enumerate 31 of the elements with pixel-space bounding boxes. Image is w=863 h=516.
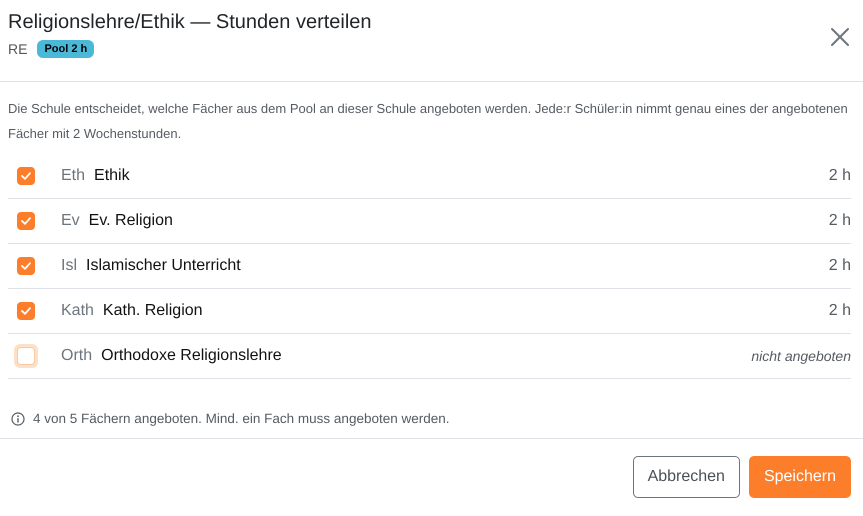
subject-abbreviation: Isl [61, 257, 77, 275]
subject-abbreviation: Kath [61, 302, 94, 320]
check-icon [21, 217, 31, 225]
pool-badge: Pool 2 h [37, 40, 94, 58]
checkbox[interactable] [17, 212, 35, 230]
info-note: 4 von 5 Fächern angeboten. Mind. ein Fach muss angeboten werden. [33, 411, 450, 426]
check-icon [21, 172, 31, 180]
cancel-button[interactable]: Abbrechen [632, 456, 740, 498]
subject-hours: 2 h [828, 167, 851, 185]
dialog-title: Religionslehre/Ethik — Stunden verteilen [8, 10, 372, 34]
subject-hours: nicht angeboten [751, 348, 851, 364]
check-icon [21, 262, 31, 270]
info-icon [11, 412, 25, 426]
subject-name: Ev. Religion [88, 212, 174, 230]
subject-abbreviation: Ev [61, 212, 80, 230]
subject-hours: 2 h [828, 302, 851, 320]
subject-hours: 2 h [828, 212, 851, 230]
subject-name: Orthodoxe Religionslehre [101, 347, 283, 365]
subject-name: Ethik [94, 167, 131, 185]
subject-abbreviation: Orth [61, 347, 92, 365]
checkbox[interactable] [17, 167, 35, 185]
subject-name: Islamischer Unterricht [86, 257, 242, 275]
subject-hours: 2 h [828, 257, 851, 275]
subject-name: Kath. Religion [102, 302, 204, 320]
check-icon [21, 307, 31, 315]
description-text: Die Schule entscheidet, welche Fächer aus dem Pool an dieser Schule angeboten werden. Jede:r Schüler:in nimmt genau eines der angebotenen Fächer mit 2 Wochenstunden. [8, 100, 849, 143]
close-button[interactable] [829, 26, 851, 48]
checkbox[interactable] [17, 257, 35, 275]
checkbox[interactable] [17, 302, 35, 320]
subject-abbreviation: Eth [61, 167, 86, 185]
subject-code: RE [8, 41, 28, 57]
